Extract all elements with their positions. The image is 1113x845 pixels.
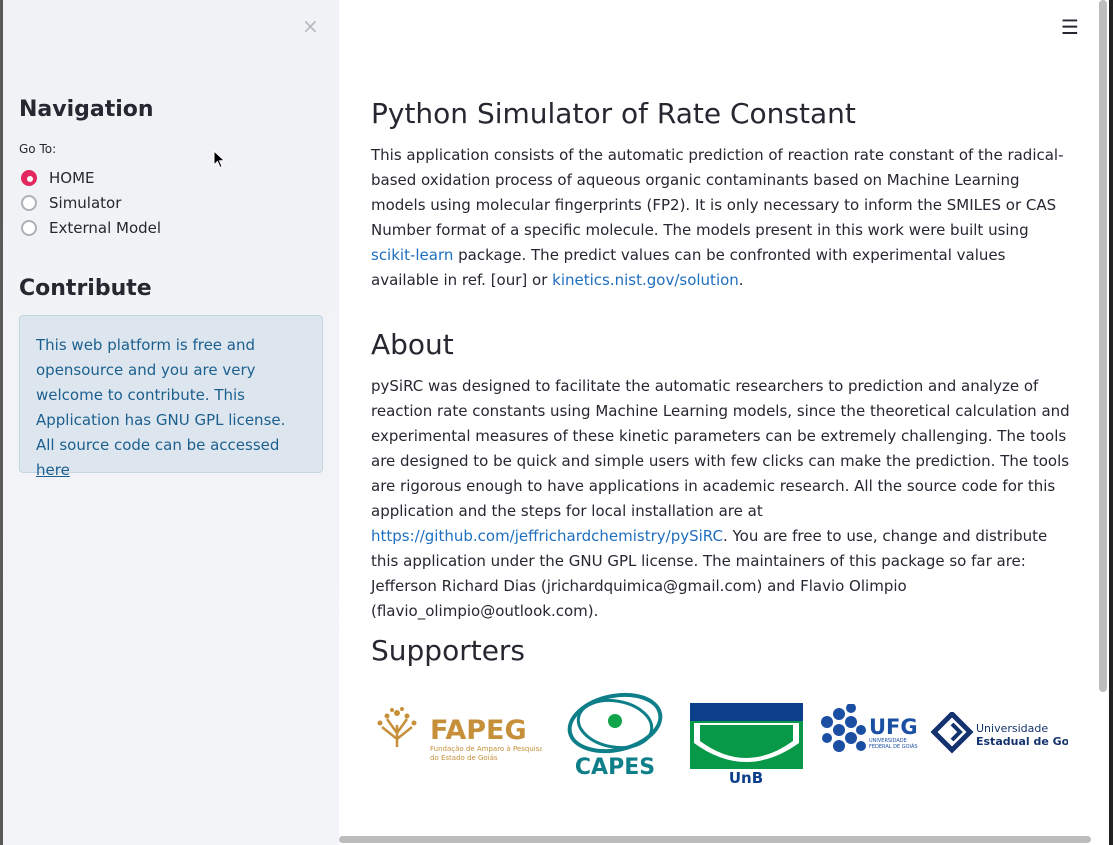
ufg-logo-text: UFG [869,715,918,739]
fapeg-logo-text: FAPEG [430,715,527,746]
fapeg-logo: FAPEG Fundação de Amparo à Pesquisa do E… [377,707,542,762]
supporters-title: Supporters [371,634,526,667]
ufg-logo: UFG UNIVERSIDADE FEDERAL DE GOIÁS [821,704,918,752]
contribute-body: This web platform is free and opensource… [36,336,286,454]
intro-text-3: . [738,271,744,289]
capes-logo: CAPES [567,692,663,778]
radio-unselected-icon[interactable] [21,195,37,211]
about-title: About [371,328,454,361]
scikit-learn-link[interactable]: scikit-learn [371,246,453,264]
ufg-logo-subtext: FEDERAL DE GOIÁS [869,743,918,750]
contribute-link-here[interactable]: here [36,461,70,479]
about-paragraph: pySiRC was designed to facilitate the au… [371,374,1071,624]
unb-logo-text: UnB [729,769,763,787]
mouse-cursor-icon [213,150,226,169]
goto-label: Go To: [19,142,57,156]
capes-logo-text: CAPES [575,755,655,778]
fapeg-logo-subtext: Fundação de Amparo à Pesquisa [430,745,542,753]
fapeg-logo-subtext: do Estado de Goiás [430,754,498,762]
contribute-text: This web platform is free and opensource… [36,333,308,483]
contribute-info-box: This web platform is free and opensource… [19,315,323,479]
about-text-1: pySiRC was designed to facilitate the au… [371,377,1070,520]
radio-selected-icon[interactable] [21,170,37,186]
navigation-title: Navigation [19,97,154,122]
radio-option-external-model[interactable]: External Model [19,217,161,239]
radio-label: External Model [49,219,162,237]
ueg-logo-text: Universidade [976,722,1048,735]
hamburger-menu-icon[interactable]: ☰ [1061,17,1079,37]
vertical-scrollbar[interactable] [1099,0,1107,692]
radio-option-simulator[interactable]: Simulator [19,192,121,214]
radio-option-home[interactable]: HOME [19,167,95,189]
contribute-title: Contribute [19,276,152,301]
sidebar: × Navigation Go To: HOME Simulator Exter… [3,0,339,845]
unb-logo: UnB [690,703,803,787]
radio-label: HOME [49,169,95,187]
ueg-logo-text: Estadual de Goiás [976,735,1068,748]
intro-paragraph: This application consists of the automat… [371,143,1071,293]
close-icon[interactable]: × [302,16,319,36]
radio-label: Simulator [49,194,122,212]
ueg-logo: Universidade Estadual de Goiás [930,712,1068,754]
github-link[interactable]: https://github.com/jeffrichardchemistry/… [371,527,723,545]
intro-text-1: This application consists of the automat… [371,146,1064,239]
radio-unselected-icon[interactable] [21,220,37,236]
page-title: Python Simulator of Rate Constant [371,97,856,130]
horizontal-scrollbar[interactable] [339,836,1091,843]
nist-kinetics-link[interactable]: kinetics.nist.gov/solution [552,271,739,289]
window-right-border [1109,0,1113,845]
